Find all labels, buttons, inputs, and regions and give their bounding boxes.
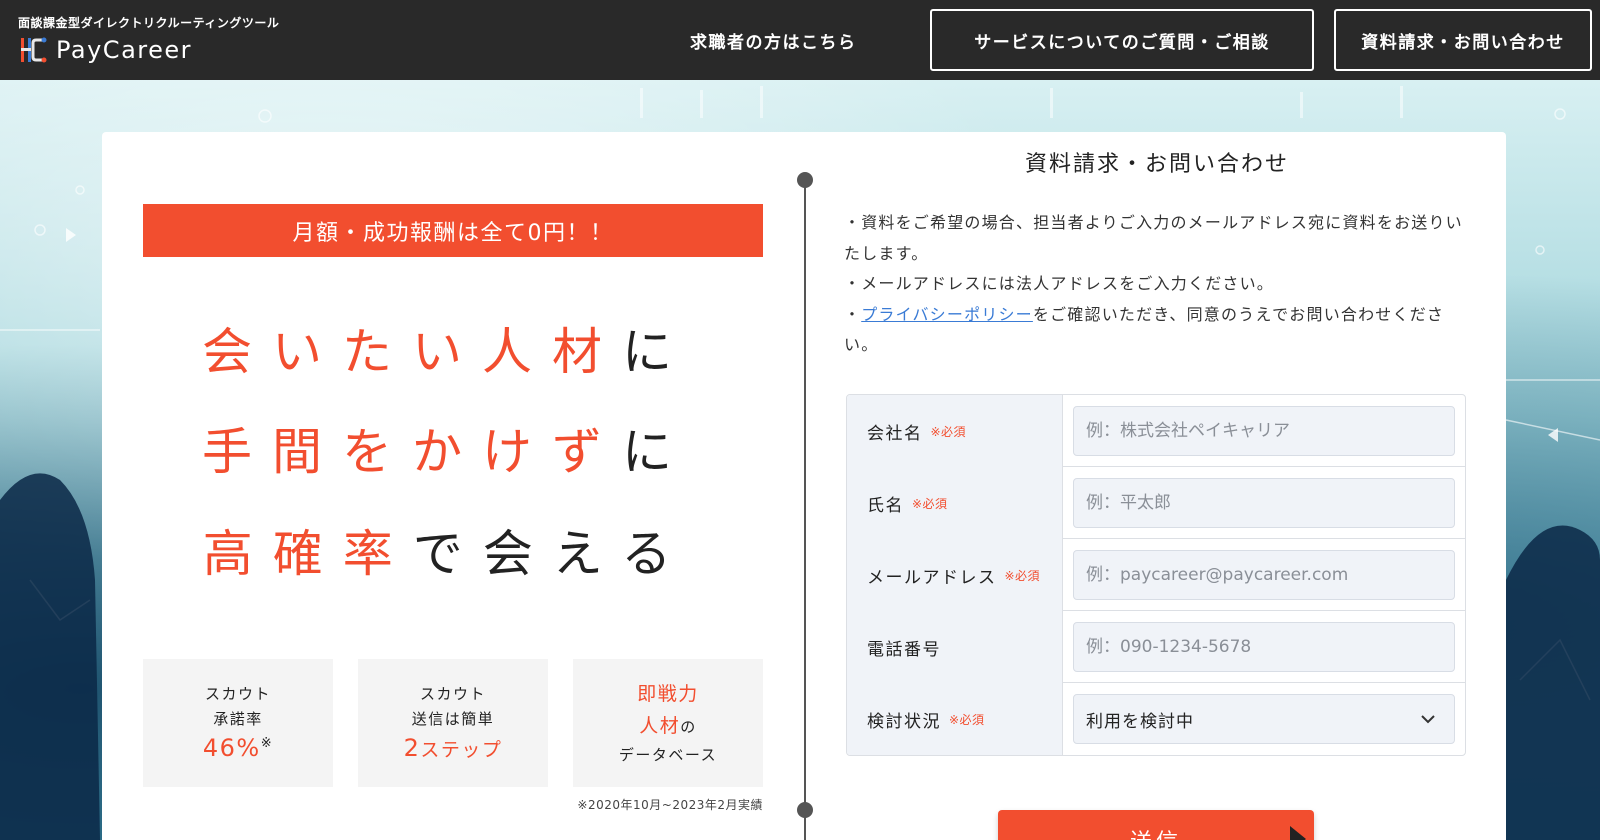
headline-line-1: 会いたい人材に xyxy=(102,312,792,384)
note-item: ・資料をご希望の場合、担当者よりご入力のメールアドレス宛に資料をお送りいたします… xyxy=(844,213,1463,263)
headline-rest: で会える xyxy=(412,525,692,583)
field-label: 氏名 ※必須 xyxy=(847,467,1063,539)
required-badge: ※必須 xyxy=(930,424,967,439)
headline-line-2: 手間をかけずに xyxy=(102,412,792,484)
headline-rest: に xyxy=(622,323,692,381)
headline-line-3: 高確率で会える xyxy=(102,514,792,586)
divider-line xyxy=(804,180,806,840)
nav-link-jobseeker[interactable]: 求職者の方はこちら xyxy=(690,24,857,56)
email-input[interactable] xyxy=(1073,550,1455,600)
paycareer-logo-icon xyxy=(21,37,47,63)
field-label: 検討状況 ※必須 xyxy=(847,683,1063,755)
submit-button[interactable]: 送信 xyxy=(998,810,1314,840)
field-label: 電話番号 xyxy=(847,611,1063,683)
site-logo[interactable]: PayCareer xyxy=(18,34,192,66)
stat-label: データベース xyxy=(618,745,718,764)
nav-button-service-inquiry[interactable]: サービスについてのご質問・ご相談 xyxy=(930,9,1314,71)
main-card: 月額・成功報酬は全て0円！！ 会いたい人材に 手間をかけずに 高確率で会える ス… xyxy=(102,132,1506,840)
stat-label: スカウト xyxy=(204,684,271,703)
headline-accent: 手間をかけず xyxy=(202,423,622,481)
nav-button-contact[interactable]: 資料請求・お問い合わせ xyxy=(1334,9,1592,71)
required-badge: ※必須 xyxy=(912,496,948,511)
required-badge: ※必須 xyxy=(949,712,985,727)
phone-input[interactable] xyxy=(1073,622,1455,672)
form-row-name: 氏名 ※必須 xyxy=(847,467,1465,539)
note-item: ・プライバシーポリシーをご確認いただき、同意のうえでお問い合わせください。 xyxy=(844,304,1445,355)
contact-form: 会社名※必須 氏名※必須 メールアドレス※必須 電話番号 検討状況※必須 利用を… xyxy=(846,394,1466,756)
logo-text: PayCareer xyxy=(56,36,193,64)
stat-value: 2ステップ xyxy=(403,733,503,762)
submit-label: 送信 xyxy=(1130,824,1182,840)
stat-highlight-line: 人材の xyxy=(639,715,697,738)
company-name-input[interactable] xyxy=(1073,406,1455,456)
stat-database: 即戦力 人材の データベース xyxy=(573,659,763,787)
stats-footnote: ※2020年10月~2023年2月実績 xyxy=(577,798,763,812)
headline-rest: に xyxy=(622,423,692,481)
status-select[interactable]: 利用を検討中 xyxy=(1073,694,1455,744)
stat-scout-steps: スカウト 送信は簡単 2ステップ xyxy=(358,659,548,787)
note-item: ・メールアドレスには法人アドレスをご入力ください。 xyxy=(844,274,1275,293)
stat-value: 46%※ xyxy=(202,733,274,762)
divider-dot xyxy=(797,802,813,818)
headline-accent: 会いたい人材 xyxy=(202,323,622,381)
contact-form-section: 資料請求・お問い合わせ ・資料をご希望の場合、担当者よりご入力のメールアドレス宛… xyxy=(844,132,1470,840)
stat-label: スカウト xyxy=(419,684,486,703)
chevron-down-icon xyxy=(1421,715,1435,724)
site-header: 面談課金型ダイレクトリクルーティングツール PayCareer 求職者の方はこち… xyxy=(0,0,1600,80)
divider-dot xyxy=(797,172,813,188)
privacy-policy-link[interactable]: プライバシーポリシー xyxy=(861,305,1033,324)
field-label: メールアドレス ※必須 xyxy=(847,539,1063,611)
form-row-company: 会社名 ※必須 xyxy=(847,395,1465,467)
stat-highlight: 即戦力 xyxy=(637,682,699,705)
stat-label: 送信は簡単 xyxy=(411,710,495,729)
form-title: 資料請求・お問い合わせ xyxy=(1024,152,1289,177)
hero-copy: 月額・成功報酬は全て0円！！ 会いたい人材に 手間をかけずに 高確率で会える ス… xyxy=(102,132,792,840)
arrow-right-icon xyxy=(1290,826,1306,840)
form-notes: ・資料をご希望の場合、担当者よりご入力のメールアドレス宛に資料をお送りいたします… xyxy=(844,208,1470,361)
form-row-phone: 電話番号 xyxy=(847,611,1465,683)
form-row-status: 検討状況 ※必須 利用を検討中 xyxy=(847,683,1465,755)
stat-label: 承諾率 xyxy=(213,710,263,729)
name-input[interactable] xyxy=(1073,478,1455,528)
field-label: 会社名 ※必須 xyxy=(847,395,1063,467)
required-badge: ※必須 xyxy=(1004,568,1041,583)
stat-scout-acceptance: スカウト 承諾率 46%※ xyxy=(143,659,333,787)
status-select-value: 利用を検討中 xyxy=(1086,711,1194,732)
headline-accent: 高確率 xyxy=(202,525,413,583)
form-row-email: メールアドレス ※必須 xyxy=(847,539,1465,611)
logo-tagline: 面談課金型ダイレクトリクルーティングツール xyxy=(18,16,280,30)
free-fee-banner: 月額・成功報酬は全て0円！！ xyxy=(143,204,763,257)
